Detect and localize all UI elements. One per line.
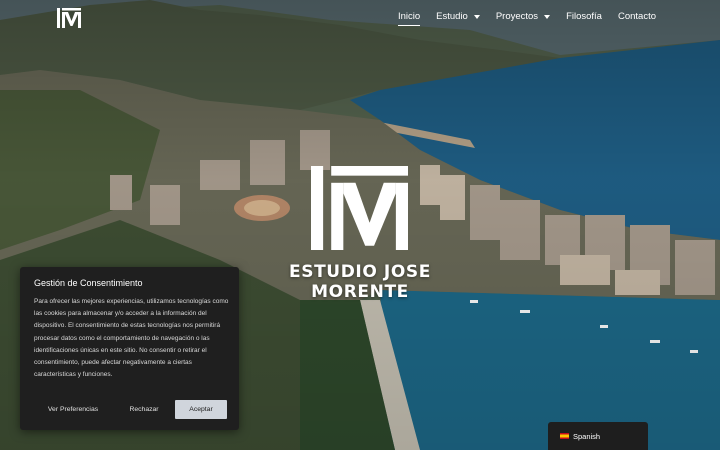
- view-preferences-button[interactable]: Ver Preferencias: [34, 400, 112, 419]
- spain-flag-icon: [560, 433, 569, 439]
- language-label: Spanish: [573, 431, 601, 441]
- nav-item-estudio[interactable]: Estudio: [436, 11, 480, 25]
- im-logo-icon[interactable]: [57, 8, 81, 28]
- main-nav: Inicio Estudio Proyectos Filosofía Conta…: [382, 11, 656, 26]
- hero-title: ESTUDIO JOSE MORENTE: [289, 262, 431, 302]
- nav-item-label: Proyectos: [495, 11, 539, 22]
- nav-item-contacto[interactable]: Contacto: [618, 11, 656, 25]
- chevron-down-icon: [473, 14, 480, 19]
- im-monogram-logo: [311, 166, 408, 250]
- nav-item-filosofia[interactable]: Filosofía: [566, 11, 602, 25]
- nav-item-label: Inicio: [397, 11, 421, 22]
- consent-title: Gestión de Consentimiento: [34, 278, 143, 288]
- language-switcher[interactable]: Spanish: [548, 422, 648, 450]
- chevron-down-icon: [544, 14, 551, 19]
- consent-actions: Ver Preferencias Rechazar Aceptar: [34, 400, 227, 419]
- top-navigation-bar: Inicio Estudio Proyectos Filosofía Conta…: [0, 0, 720, 36]
- consent-body-text: Para ofrecer las mejores experiencias, u…: [34, 298, 229, 379]
- consent-dialog: Gestión de Consentimiento Para ofrecer l…: [20, 267, 239, 430]
- reject-button[interactable]: Rechazar: [124, 400, 164, 419]
- nav-item-label: Filosofía: [566, 11, 602, 22]
- nav-item-proyectos[interactable]: Proyectos: [495, 11, 551, 25]
- nav-item-label: Contacto: [617, 11, 656, 22]
- accept-button[interactable]: Aceptar: [175, 400, 227, 419]
- nav-item-inicio[interactable]: Inicio: [397, 11, 421, 26]
- nav-item-label: Estudio: [436, 11, 468, 22]
